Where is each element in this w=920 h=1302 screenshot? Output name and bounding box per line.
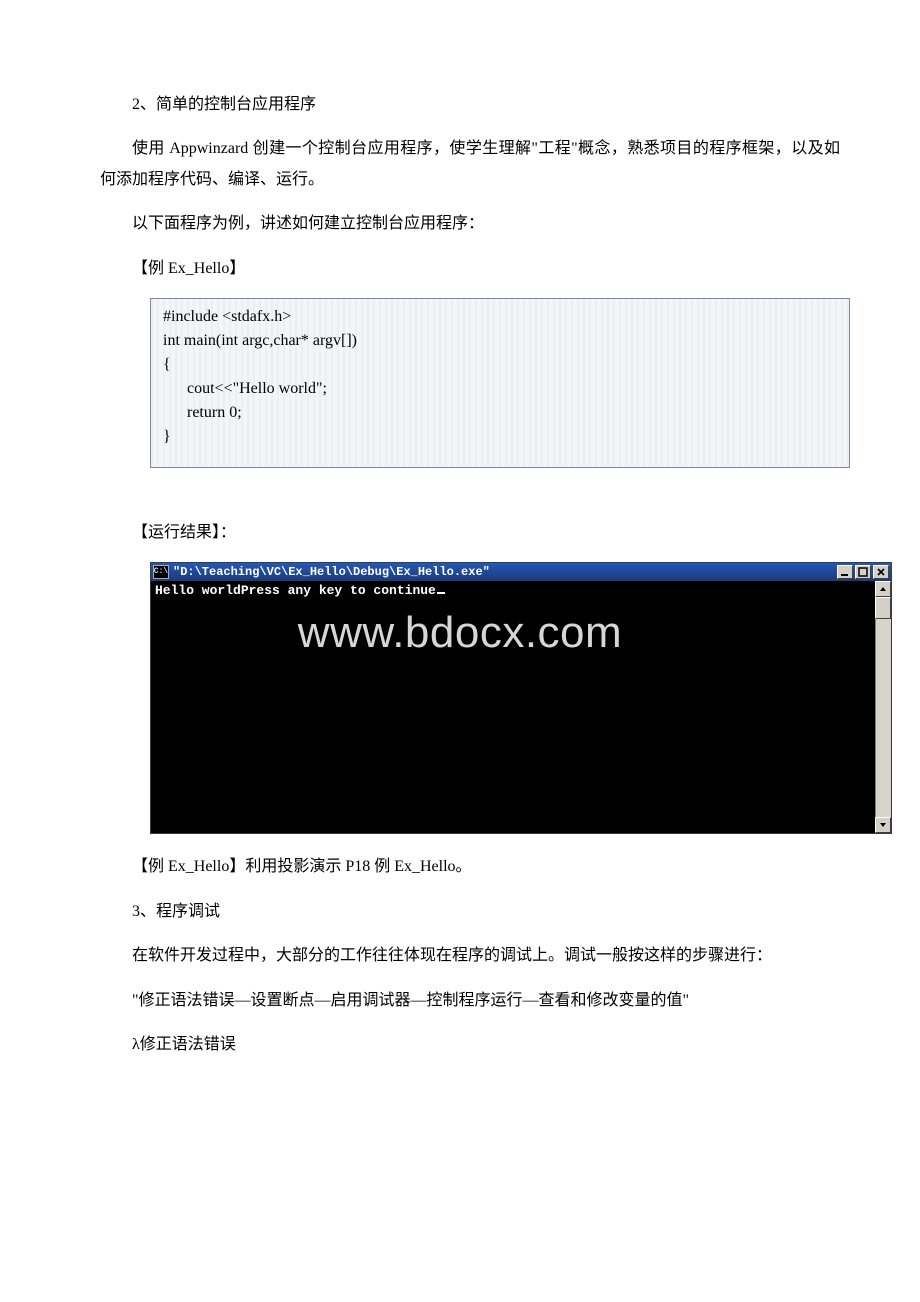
minimize-button[interactable] [837,565,853,579]
document-body-lower: 【运行结果】： C:\ "D:\Teaching\VC\Ex_Hello\Deb… [0,518,920,1060]
scroll-down-button[interactable] [875,817,891,833]
close-icon [876,567,886,577]
window-buttons [837,565,889,579]
scrollbar-track[interactable] [875,619,891,817]
scrollbar-thumb[interactable] [875,597,891,619]
console-output: Hello worldPress any key to continue [151,581,875,833]
console-window: C:\ "D:\Teaching\VC\Ex_Hello\Debug\Ex_He… [150,562,892,834]
section-heading: 3、程序调试 [100,897,840,927]
document-body: 2、简单的控制台应用程序 使用 Appwinzard 创建一个控制台应用程序，使… [0,90,920,468]
paragraph: "修正语法错误—设置断点—启用调试器—控制程序运行—查看和修改变量的值" [100,986,840,1016]
maximize-icon [858,567,868,577]
chevron-down-icon [879,821,887,829]
minimize-icon [840,567,850,577]
example-label: 【例 Ex_Hello】 [100,254,840,284]
paragraph: 使用 Appwinzard 创建一个控制台应用程序，使学生理解"工程"概念，熟悉… [100,134,840,195]
console-title: "D:\Teaching\VC\Ex_Hello\Debug\Ex_Hello.… [173,565,837,579]
scrollbar-vertical[interactable] [875,581,891,833]
paragraph: λ修正语法错误 [100,1030,840,1060]
paragraph: 【例 Ex_Hello】利用投影演示 P18 例 Ex_Hello。 [100,852,840,882]
result-label: 【运行结果】： [100,518,840,548]
maximize-button[interactable] [855,565,871,579]
section-heading: 2、简单的控制台应用程序 [100,90,840,120]
cmd-prompt-icon: C:\ [153,565,169,579]
console-body: Hello worldPress any key to continue [151,581,891,833]
paragraph: 以下面程序为例，讲述如何建立控制台应用程序： [100,209,840,239]
chevron-up-icon [879,585,887,593]
paragraph: 在软件开发过程中，大部分的工作往往体现在程序的调试上。调试一般按这样的步骤进行： [100,941,840,971]
console-text: Hello worldPress any key to continue [155,583,436,598]
code-block: #include <stdafx.h> int main(int argc,ch… [150,298,850,468]
close-button[interactable] [873,565,889,579]
console-titlebar: C:\ "D:\Teaching\VC\Ex_Hello\Debug\Ex_He… [151,563,891,581]
text-cursor [437,592,445,594]
scroll-up-button[interactable] [875,581,891,597]
